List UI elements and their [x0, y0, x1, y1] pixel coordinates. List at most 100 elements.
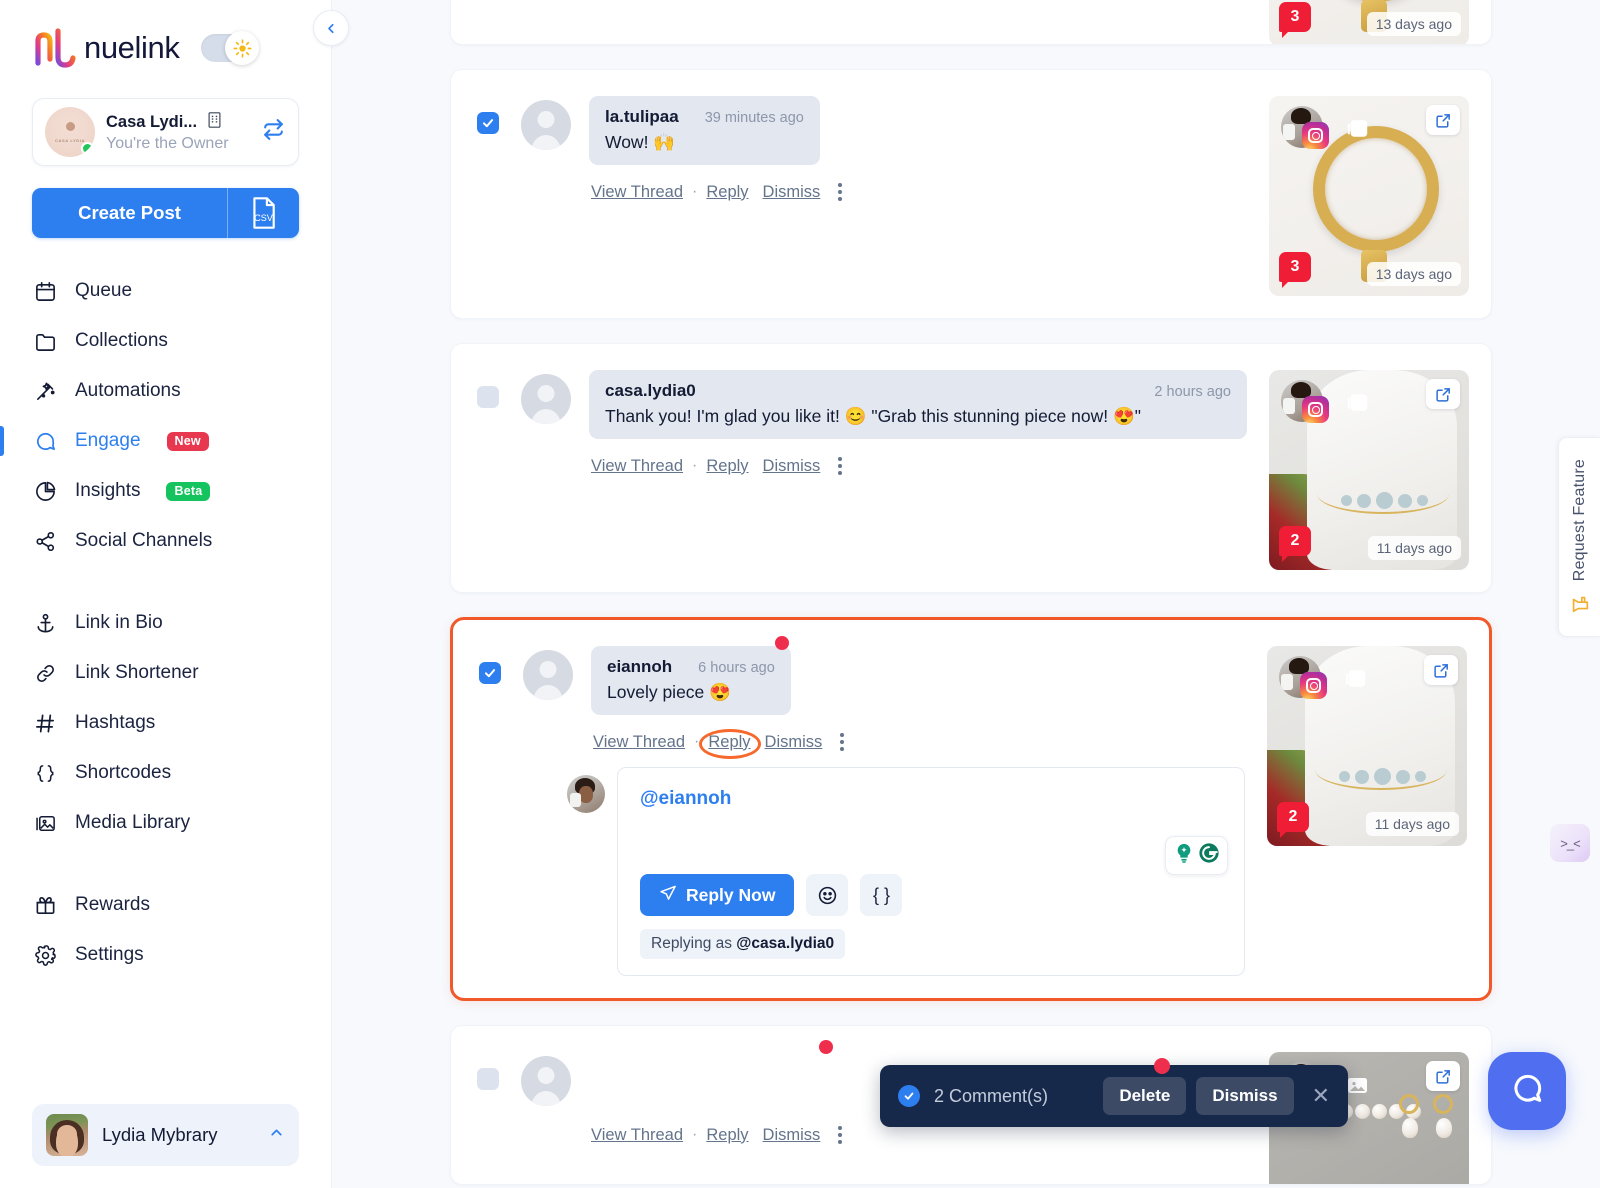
view-thread-link[interactable]: View Thread: [591, 1126, 683, 1145]
megaphone-icon: [1569, 593, 1591, 615]
external-link-icon[interactable]: [1426, 105, 1460, 135]
comment-count-badge: 3: [1279, 252, 1311, 288]
view-thread-link[interactable]: View Thread: [591, 457, 683, 476]
braces-icon: [32, 762, 58, 785]
svg-text:CSV: CSV: [254, 213, 273, 223]
sidebar-item-link-in-bio[interactable]: Link in Bio: [0, 598, 331, 648]
external-link-icon[interactable]: [1424, 655, 1458, 685]
reply-link[interactable]: Reply: [706, 1126, 748, 1145]
sidebar-item-link-shortener[interactable]: Link Shortener: [0, 648, 331, 698]
dismiss-link[interactable]: Dismiss: [765, 733, 823, 752]
reply-link[interactable]: Reply: [706, 183, 748, 202]
kebab-menu-icon[interactable]: [834, 453, 846, 479]
sidebar: nuelink CASA LYDIA Casa Lydi... You're t…: [0, 0, 349, 1188]
comment-card: casa.lydia0 2 hours ago Thank you! I'm g…: [450, 343, 1492, 593]
anchor-icon: [32, 612, 58, 635]
dismiss-link[interactable]: Dismiss: [763, 457, 821, 476]
comment-text: Wow! 🙌: [605, 132, 676, 152]
kebab-menu-icon[interactable]: [836, 729, 848, 755]
post-date: 13 days ago: [1366, 12, 1461, 36]
sidebar-item-engage[interactable]: Engage New: [0, 416, 331, 466]
workspace-avatar: CASA LYDIA: [45, 107, 95, 157]
sidebar-label: Settings: [75, 944, 144, 965]
bulk-dismiss-button[interactable]: Dismiss: [1196, 1077, 1294, 1115]
kebab-menu-icon[interactable]: [834, 179, 846, 205]
carousel-icon: [1341, 116, 1373, 142]
comment-card: 3 13 days ago: [450, 0, 1492, 45]
gear-icon: [32, 944, 58, 967]
comment-select-checkbox[interactable]: [477, 386, 499, 408]
unread-indicator: [1154, 1058, 1170, 1074]
comment-select-checkbox[interactable]: [477, 1068, 499, 1090]
app-root: nuelink CASA LYDIA Casa Lydi... You're t…: [0, 0, 1600, 1188]
kebab-menu-icon[interactable]: [834, 1122, 846, 1148]
dismiss-link[interactable]: Dismiss: [763, 183, 821, 202]
sidebar-item-collections[interactable]: Collections: [0, 316, 331, 366]
sidebar-item-insights[interactable]: Insights Beta: [0, 466, 331, 516]
lightbulb-icon: [1173, 842, 1195, 869]
sidebar-label: Queue: [75, 280, 133, 301]
chat-bubble-icon: [32, 430, 58, 453]
request-feature-tab[interactable]: Request Feature: [1558, 437, 1600, 637]
view-thread-link[interactable]: View Thread: [593, 733, 685, 752]
post-thumbnail[interactable]: 2 11 days ago: [1267, 646, 1467, 846]
sidebar-collapse-button[interactable]: [313, 10, 349, 46]
unread-indicator: [819, 1040, 833, 1054]
share-nodes-icon: [32, 530, 58, 553]
sidebar-label: Link Shortener: [75, 662, 199, 683]
corner-face-widget[interactable]: >_<: [1550, 824, 1590, 862]
sidebar-item-automations[interactable]: Automations: [0, 366, 331, 416]
comment-select-checkbox[interactable]: [477, 112, 499, 134]
sidebar-nav-primary: Queue Collections Automations Engage New…: [0, 266, 331, 980]
comment-actions: View Thread · Reply Dismiss: [589, 179, 1247, 205]
comment-select-checkbox[interactable]: [479, 662, 501, 684]
post-thumbnail[interactable]: 3 13 days ago: [1269, 0, 1469, 44]
grammarly-widget[interactable]: [1165, 836, 1228, 875]
dismiss-link[interactable]: Dismiss: [763, 1126, 821, 1145]
sidebar-item-shortcodes[interactable]: Shortcodes: [0, 748, 331, 798]
view-thread-link[interactable]: View Thread: [591, 183, 683, 202]
chat-support-button[interactable]: [1488, 1052, 1566, 1130]
close-icon[interactable]: ✕: [1312, 1083, 1330, 1109]
external-link-icon[interactable]: [1426, 379, 1460, 409]
user-account-menu[interactable]: Lydia Mybrary: [32, 1104, 299, 1166]
sidebar-item-rewards[interactable]: Rewards: [0, 880, 331, 930]
csv-file-icon[interactable]: CSV: [227, 188, 299, 238]
reply-composer-row: @eiannoh Reply Now {} Replying as @casa…: [479, 767, 1245, 976]
comment-timestamp: 39 minutes ago: [704, 110, 804, 126]
sidebar-item-settings[interactable]: Settings: [0, 930, 331, 980]
bulk-delete-button[interactable]: Delete: [1103, 1077, 1187, 1115]
badge-beta: Beta: [166, 481, 211, 501]
sidebar-label: Media Library: [75, 812, 191, 833]
avatar: [46, 1114, 88, 1156]
reply-now-button[interactable]: Reply Now: [640, 874, 795, 916]
comment-card-active: eiannoh 6 hours ago Lovely piece 😍 View …: [450, 617, 1492, 1001]
select-all-checkbox[interactable]: [898, 1085, 920, 1107]
sidebar-label: Link in Bio: [75, 612, 163, 633]
post-date: 13 days ago: [1366, 262, 1461, 286]
workspace-switcher[interactable]: CASA LYDIA Casa Lydi... You're the Owner: [32, 98, 299, 166]
shortcode-button[interactable]: { }: [860, 874, 903, 916]
post-thumbnail[interactable]: 2 11 days ago: [1269, 370, 1469, 570]
reply-link[interactable]: Reply: [708, 733, 750, 751]
sidebar-item-queue[interactable]: Queue: [0, 266, 331, 316]
chevron-up-icon[interactable]: [268, 1124, 285, 1146]
theme-toggle[interactable]: [201, 31, 260, 65]
bulk-selection-toolbar: 2 Comment(s) Delete Dismiss ✕: [880, 1058, 1348, 1127]
switch-accounts-icon[interactable]: [257, 117, 286, 147]
reply-composer[interactable]: @eiannoh Reply Now {} Replying as @casa…: [617, 767, 1245, 976]
sidebar-item-hashtags[interactable]: Hashtags: [0, 698, 331, 748]
post-thumbnail[interactable]: 3 13 days ago: [1269, 96, 1469, 296]
sidebar-item-media-library[interactable]: Media Library: [0, 798, 331, 848]
reply-link[interactable]: Reply: [706, 457, 748, 476]
sidebar-label: Social Channels: [75, 530, 213, 551]
engage-feed: 3 13 days ago la.tulipaa 39 minutes ago …: [332, 0, 1600, 1188]
send-icon: [659, 884, 677, 907]
replying-as-handle: @casa.lydia0: [736, 935, 835, 952]
sidebar-item-social-channels[interactable]: Social Channels: [0, 516, 331, 566]
external-link-icon[interactable]: [1426, 1061, 1460, 1091]
comment-count-badge: 2: [1279, 526, 1311, 562]
emoji-picker-button[interactable]: [806, 874, 849, 916]
create-post-button[interactable]: Create Post CSV: [32, 188, 299, 238]
sidebar-label: Hashtags: [75, 712, 156, 733]
